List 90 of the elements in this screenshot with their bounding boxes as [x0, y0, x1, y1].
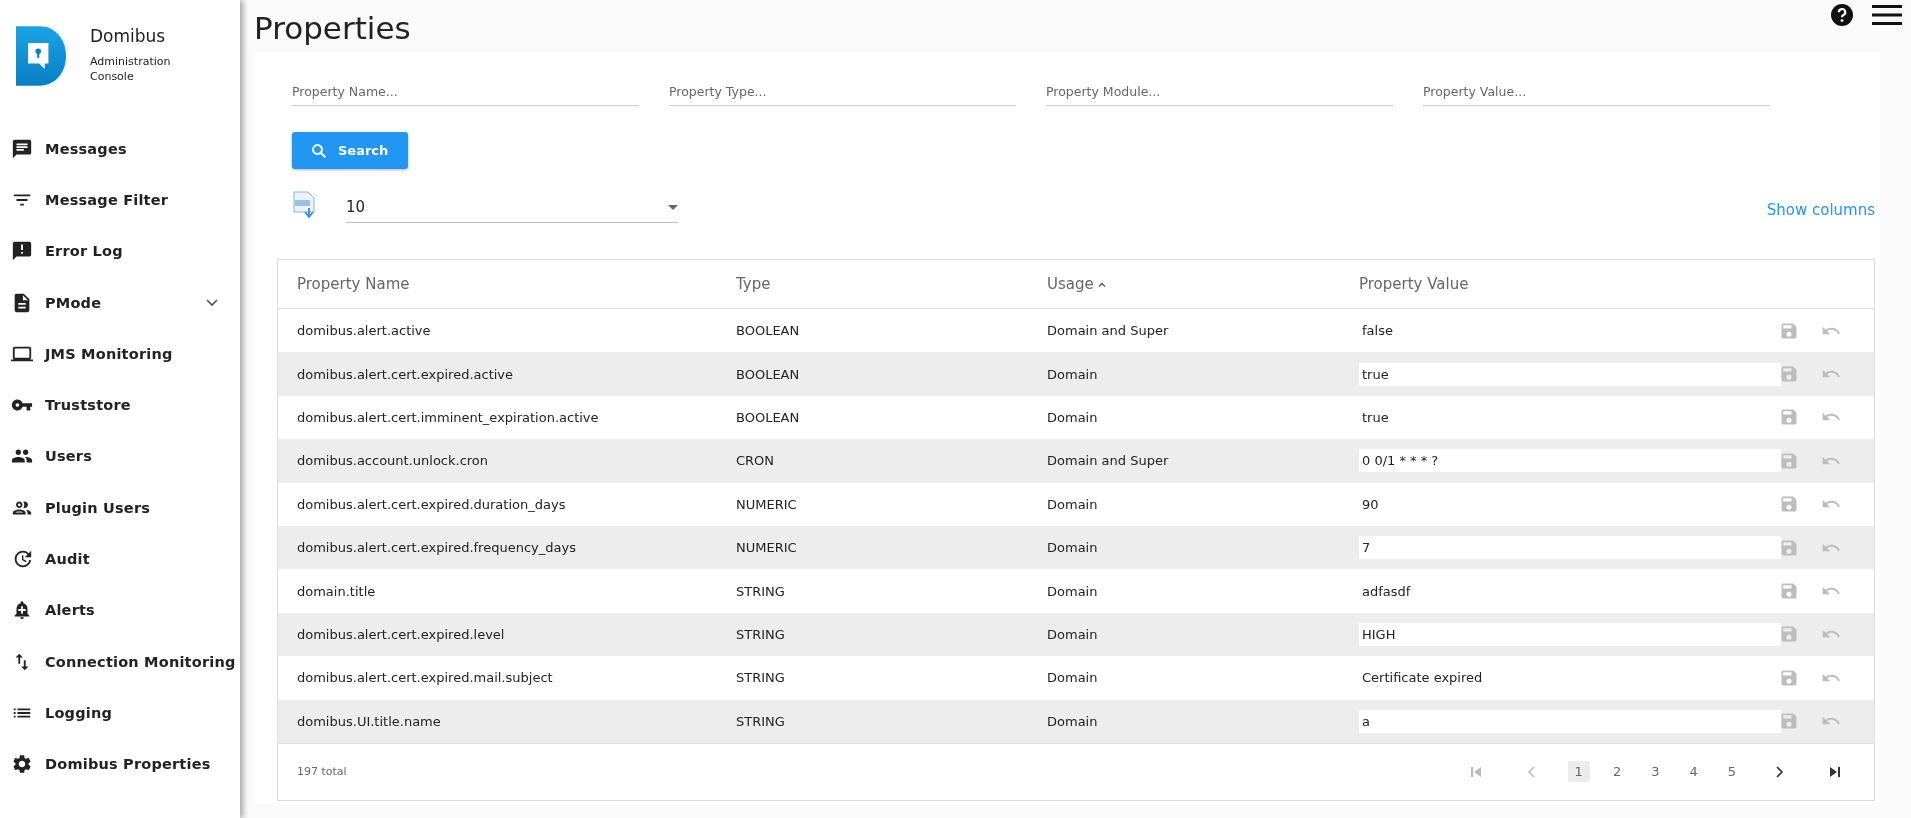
table-cell: BOOLEAN	[736, 323, 800, 339]
table-cell: domibus.alert.active	[297, 323, 431, 339]
column-header[interactable]: Property Name	[297, 275, 410, 293]
table-row[interactable]: domibus.alert.cert.expired.level STRING Domain HIGH	[278, 612, 1874, 657]
table-cell: BOOLEAN	[736, 366, 800, 382]
table-row[interactable]: domibus.alert.cert.expired.duration_days NUMERIC Domain 90	[278, 482, 1874, 526]
table-row[interactable]: domibus.alert.cert.expired.frequency_days NUMERIC Domain 7	[278, 525, 1874, 570]
next-page-icon[interactable]	[1773, 765, 1785, 778]
sidebar-item[interactable]: Domibus Properties	[0, 738, 240, 790]
table-cell: Domain	[1047, 583, 1098, 599]
table-row[interactable]: domain.title STRING Domain adfasdf	[278, 569, 1874, 613]
table-cell: domibus.alert.cert.expired.active	[297, 366, 514, 382]
menu-icon[interactable]	[1872, 3, 1902, 27]
column-header[interactable]: Type	[736, 275, 771, 293]
sidebar-item[interactable]: Alerts	[0, 584, 240, 636]
value-field[interactable]: HIGH	[1359, 622, 1781, 646]
sidebar-item[interactable]: Message Filter	[0, 174, 240, 226]
save-icon[interactable]	[1779, 494, 1799, 515]
table-cell: STRING	[736, 713, 785, 729]
table-cell: Domain	[1047, 670, 1098, 686]
logo-icon	[16, 26, 66, 86]
value-field[interactable]: true	[1359, 362, 1781, 386]
value-field[interactable]: 7	[1359, 536, 1781, 560]
table-cell: domibus.alert.cert.expired.mail.subject	[297, 670, 553, 686]
table-cell: CRON	[736, 453, 775, 469]
column-header[interactable]: Property Value	[1359, 275, 1469, 293]
app-name: Domibus	[90, 26, 167, 46]
save-icon[interactable]	[1779, 364, 1799, 385]
search-icon	[310, 141, 328, 160]
sort-ascending-icon	[1097, 281, 1106, 287]
total-count: 197 total	[297, 765, 347, 779]
table-cell: STRING	[736, 670, 785, 686]
table-cell: STRING	[736, 583, 785, 599]
table-cell: Domain	[1047, 409, 1098, 425]
page-number[interactable]: 3	[1644, 761, 1667, 783]
save-icon[interactable]	[1779, 581, 1799, 602]
table-row[interactable]: domibus.alert.cert.expired.active BOOLEAN Domain true	[278, 352, 1874, 396]
sidebar-item[interactable]: Error Log	[0, 225, 240, 277]
table-row[interactable]: domibus.UI.title.name STRING Domain a	[278, 699, 1874, 743]
table-cell: Domain	[1047, 366, 1098, 382]
table-cell: domibus.alert.cert.expired.level	[297, 626, 505, 642]
table-cell: domibus.alert.cert.imminent_expiration.active	[297, 409, 599, 425]
sidebar-item[interactable]: Connection Monitoring	[0, 635, 240, 688]
table-row[interactable]: domibus.account.unlock.cron CRON Domain and Super 0 0/1 * * * ?	[278, 439, 1874, 483]
table-cell: domibus.account.unlock.cron	[297, 453, 489, 469]
chevron-icon[interactable]	[206, 298, 218, 307]
app-subtitle: Administration Console	[90, 54, 172, 85]
save-icon[interactable]	[1779, 711, 1799, 732]
sidebar-item[interactable]: PMode	[0, 276, 240, 329]
table-cell: STRING	[736, 626, 785, 642]
table-cell: Domain	[1047, 713, 1098, 729]
table-cell: Domain	[1047, 626, 1098, 642]
table-cell: domibus.alert.cert.expired.duration_days	[297, 496, 566, 512]
table-cell: NUMERIC	[736, 496, 797, 512]
sidebar-item[interactable]: Truststore	[0, 379, 240, 431]
dropdown-arrow-icon	[668, 204, 678, 210]
sidebar-item[interactable]: Messages	[0, 123, 240, 175]
column-header[interactable]: Usage	[1047, 275, 1094, 293]
table-cell: Domain and Super	[1047, 323, 1169, 339]
table-row[interactable]: domibus.alert.cert.expired.mail.subject STRING Domain Certificate expired	[278, 656, 1874, 700]
value-field[interactable]: 0 0/1 * * * ?	[1359, 449, 1781, 473]
table-cell: domibus.alert.cert.expired.frequency_days	[297, 540, 576, 556]
save-icon[interactable]	[1779, 407, 1799, 428]
sidebar-item[interactable]: Audit	[0, 533, 240, 585]
table-cell: domain.title	[297, 583, 376, 599]
value-field[interactable]: a	[1359, 709, 1781, 733]
page-size-dropdown[interactable]: 10	[346, 198, 678, 223]
sidebar-item[interactable]: JMS Monitoring	[0, 328, 240, 380]
table-cell: Domain	[1047, 540, 1098, 556]
table-cell: NUMERIC	[736, 540, 797, 556]
last-page-icon[interactable]	[1829, 765, 1841, 778]
table-row[interactable]: domibus.alert.cert.imminent_expiration.active BOOLEAN Domain true	[278, 395, 1874, 440]
gear-icon	[11, 753, 33, 776]
table-cell: Domain and Super	[1047, 453, 1169, 469]
sidebar-item[interactable]: Users	[0, 430, 240, 483]
page-number[interactable]: 1	[1567, 761, 1590, 783]
table-row[interactable]: domibus.alert.active BOOLEAN Domain and Super false	[278, 309, 1874, 353]
page-number[interactable]: 2	[1605, 761, 1629, 783]
help-icon[interactable]	[1830, 3, 1854, 27]
table-cell: BOOLEAN	[736, 409, 800, 425]
page-title: Properties	[254, 10, 411, 48]
save-icon[interactable]	[1779, 624, 1799, 645]
csv-download-icon[interactable]	[292, 191, 318, 221]
message-icon	[11, 137, 33, 160]
sidebar-item[interactable]: Logging	[0, 687, 240, 739]
sidebar-item[interactable]: Plugin Users	[0, 482, 240, 534]
table-cell: Domain	[1047, 496, 1098, 512]
page-number[interactable]: 4	[1682, 761, 1705, 783]
page-number[interactable]: 5	[1720, 761, 1743, 783]
table-cell: domibus.UI.title.name	[297, 713, 441, 729]
